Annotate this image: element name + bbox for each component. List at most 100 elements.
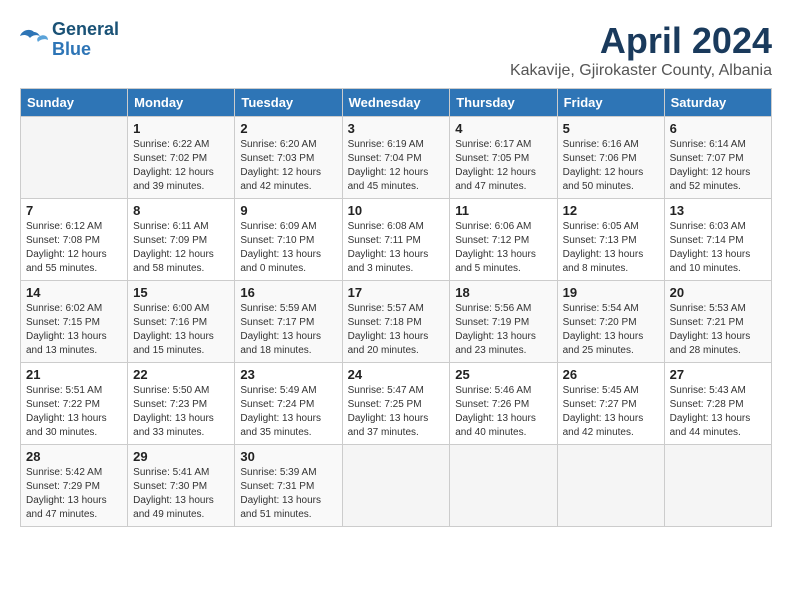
calendar-cell: 27 Sunrise: 5:43 AM Sunset: 7:28 PM Dayli… — [664, 363, 771, 445]
day-info: Sunrise: 5:57 AM Sunset: 7:18 PM Dayligh… — [348, 302, 445, 358]
calendar-cell: 3 Sunrise: 6:19 AM Sunset: 7:04 PM Daylig… — [342, 117, 450, 199]
calendar-cell: 2 Sunrise: 6:20 AM Sunset: 7:03 PM Daylig… — [235, 117, 342, 199]
calendar-body: 1Sunrise: 6:22 AM Sunset: 7:02 PM Daylig… — [21, 117, 772, 527]
calendar-cell: 13Sunrise: 6:03 AM Sunset: 7:14 PM Dayli… — [664, 199, 771, 281]
logo-icon — [20, 28, 48, 52]
day-info: Sunrise: 6:09 AM Sunset: 7:10 PM Dayligh… — [240, 220, 336, 276]
day-info: Sunrise: 5:49 AM Sunset: 7:24 PM Dayligh… — [240, 384, 336, 440]
calendar-cell: 23 Sunrise: 5:49 AM Sunset: 7:24 PM Dayli… — [235, 363, 342, 445]
day-info: Sunrise: 5:53 AM Sunset: 7:21 PM Dayligh… — [670, 302, 766, 358]
day-number: 29 — [133, 449, 229, 464]
calendar-header: SundayMondayTuesdayWednesdayThursdayFrid… — [21, 89, 772, 117]
day-number: 17 — [348, 285, 445, 300]
day-info: Sunrise: 6:03 AM Sunset: 7:14 PM Dayligh… — [670, 220, 766, 276]
day-info: Sunrise: 6:20 AM Sunset: 7:03 PM Dayligh… — [240, 138, 336, 194]
day-number: 27 — [670, 367, 766, 382]
day-info: Sunrise: 5:47 AM Sunset: 7:25 PM Dayligh… — [348, 384, 445, 440]
day-number: 28 — [26, 449, 122, 464]
calendar-cell: 18 Sunrise: 5:56 AM Sunset: 7:19 PM Dayli… — [450, 281, 557, 363]
day-number: 25 — [455, 367, 551, 382]
day-info: Sunrise: 6:08 AM Sunset: 7:11 PM Dayligh… — [348, 220, 445, 276]
calendar-cell: 4 Sunrise: 6:17 AM Sunset: 7:05 PM Daylig… — [450, 117, 557, 199]
calendar-cell: 6 Sunrise: 6:14 AM Sunset: 7:07 PM Daylig… — [664, 117, 771, 199]
weekday-header: Sunday — [21, 89, 128, 117]
calendar-cell: 11 Sunrise: 6:06 AM Sunset: 7:12 PM Dayli… — [450, 199, 557, 281]
day-number: 7 — [26, 203, 122, 218]
day-info: Sunrise: 5:59 AM Sunset: 7:17 PM Dayligh… — [240, 302, 336, 358]
day-number: 6 — [670, 121, 766, 136]
day-number: 4 — [455, 121, 551, 136]
day-number: 22 — [133, 367, 229, 382]
calendar-cell: 20 Sunrise: 5:53 AM Sunset: 7:21 PM Dayli… — [664, 281, 771, 363]
logo-text: General Blue — [52, 20, 119, 60]
calendar-week-row: 1Sunrise: 6:22 AM Sunset: 7:02 PM Daylig… — [21, 117, 772, 199]
weekday-header: Friday — [557, 89, 664, 117]
day-number: 16 — [240, 285, 336, 300]
calendar-cell: 14 Sunrise: 6:02 AM Sunset: 7:15 PM Dayli… — [21, 281, 128, 363]
day-number: 14 — [26, 285, 122, 300]
day-info: Sunrise: 6:17 AM Sunset: 7:05 PM Dayligh… — [455, 138, 551, 194]
calendar-cell: 15Sunrise: 6:00 AM Sunset: 7:16 PM Dayli… — [128, 281, 235, 363]
day-number: 12 — [563, 203, 659, 218]
weekday-header: Tuesday — [235, 89, 342, 117]
weekday-header: Saturday — [664, 89, 771, 117]
day-number: 24 — [348, 367, 445, 382]
day-info: Sunrise: 6:05 AM Sunset: 7:13 PM Dayligh… — [563, 220, 659, 276]
day-info: Sunrise: 6:14 AM Sunset: 7:07 PM Dayligh… — [670, 138, 766, 194]
calendar-cell: 30Sunrise: 5:39 AM Sunset: 7:31 PM Dayli… — [235, 445, 342, 527]
day-info: Sunrise: 5:51 AM Sunset: 7:22 PM Dayligh… — [26, 384, 122, 440]
day-info: Sunrise: 6:06 AM Sunset: 7:12 PM Dayligh… — [455, 220, 551, 276]
weekday-header: Thursday — [450, 89, 557, 117]
day-info: Sunrise: 6:12 AM Sunset: 7:08 PM Dayligh… — [26, 220, 122, 276]
calendar-cell: 29Sunrise: 5:41 AM Sunset: 7:30 PM Dayli… — [128, 445, 235, 527]
page-header: General Blue April 2024 Kakavije, Gjirok… — [20, 20, 772, 80]
day-info: Sunrise: 6:16 AM Sunset: 7:06 PM Dayligh… — [563, 138, 659, 194]
day-number: 18 — [455, 285, 551, 300]
day-number: 11 — [455, 203, 551, 218]
calendar-cell: 1Sunrise: 6:22 AM Sunset: 7:02 PM Daylig… — [128, 117, 235, 199]
day-number: 8 — [133, 203, 229, 218]
day-info: Sunrise: 6:19 AM Sunset: 7:04 PM Dayligh… — [348, 138, 445, 194]
calendar-cell: 24 Sunrise: 5:47 AM Sunset: 7:25 PM Dayli… — [342, 363, 450, 445]
day-info: Sunrise: 5:54 AM Sunset: 7:20 PM Dayligh… — [563, 302, 659, 358]
day-info: Sunrise: 6:02 AM Sunset: 7:15 PM Dayligh… — [26, 302, 122, 358]
calendar-cell — [342, 445, 450, 527]
calendar-cell — [21, 117, 128, 199]
day-info: Sunrise: 5:42 AM Sunset: 7:29 PM Dayligh… — [26, 466, 122, 522]
calendar-cell: 28 Sunrise: 5:42 AM Sunset: 7:29 PM Dayli… — [21, 445, 128, 527]
calendar-cell: 21Sunrise: 5:51 AM Sunset: 7:22 PM Dayli… — [21, 363, 128, 445]
calendar-table: SundayMondayTuesdayWednesdayThursdayFrid… — [20, 88, 772, 527]
calendar-cell: 5 Sunrise: 6:16 AM Sunset: 7:06 PM Daylig… — [557, 117, 664, 199]
calendar-week-row: 7 Sunrise: 6:12 AM Sunset: 7:08 PM Daylig… — [21, 199, 772, 281]
calendar-cell: 16 Sunrise: 5:59 AM Sunset: 7:17 PM Dayli… — [235, 281, 342, 363]
calendar-week-row: 21Sunrise: 5:51 AM Sunset: 7:22 PM Dayli… — [21, 363, 772, 445]
calendar-cell: 22Sunrise: 5:50 AM Sunset: 7:23 PM Dayli… — [128, 363, 235, 445]
calendar-cell: 8Sunrise: 6:11 AM Sunset: 7:09 PM Daylig… — [128, 199, 235, 281]
day-number: 2 — [240, 121, 336, 136]
title-section: April 2024 Kakavije, Gjirokaster County,… — [510, 20, 772, 80]
calendar-cell — [664, 445, 771, 527]
day-number: 3 — [348, 121, 445, 136]
day-number: 23 — [240, 367, 336, 382]
day-number: 5 — [563, 121, 659, 136]
calendar-cell: 7 Sunrise: 6:12 AM Sunset: 7:08 PM Daylig… — [21, 199, 128, 281]
logo: General Blue — [20, 20, 119, 60]
day-number: 26 — [563, 367, 659, 382]
calendar-cell: 26Sunrise: 5:45 AM Sunset: 7:27 PM Dayli… — [557, 363, 664, 445]
calendar-cell — [557, 445, 664, 527]
calendar-week-row: 28 Sunrise: 5:42 AM Sunset: 7:29 PM Dayli… — [21, 445, 772, 527]
day-info: Sunrise: 5:56 AM Sunset: 7:19 PM Dayligh… — [455, 302, 551, 358]
header-row: SundayMondayTuesdayWednesdayThursdayFrid… — [21, 89, 772, 117]
calendar-cell: 10Sunrise: 6:08 AM Sunset: 7:11 PM Dayli… — [342, 199, 450, 281]
weekday-header: Monday — [128, 89, 235, 117]
weekday-header: Wednesday — [342, 89, 450, 117]
calendar-cell: 17 Sunrise: 5:57 AM Sunset: 7:18 PM Dayli… — [342, 281, 450, 363]
day-number: 20 — [670, 285, 766, 300]
day-number: 19 — [563, 285, 659, 300]
calendar-subtitle: Kakavije, Gjirokaster County, Albania — [510, 62, 772, 80]
day-number: 1 — [133, 121, 229, 136]
calendar-title: April 2024 — [510, 20, 772, 62]
calendar-cell — [450, 445, 557, 527]
calendar-cell: 12 Sunrise: 6:05 AM Sunset: 7:13 PM Dayli… — [557, 199, 664, 281]
day-info: Sunrise: 5:43 AM Sunset: 7:28 PM Dayligh… — [670, 384, 766, 440]
